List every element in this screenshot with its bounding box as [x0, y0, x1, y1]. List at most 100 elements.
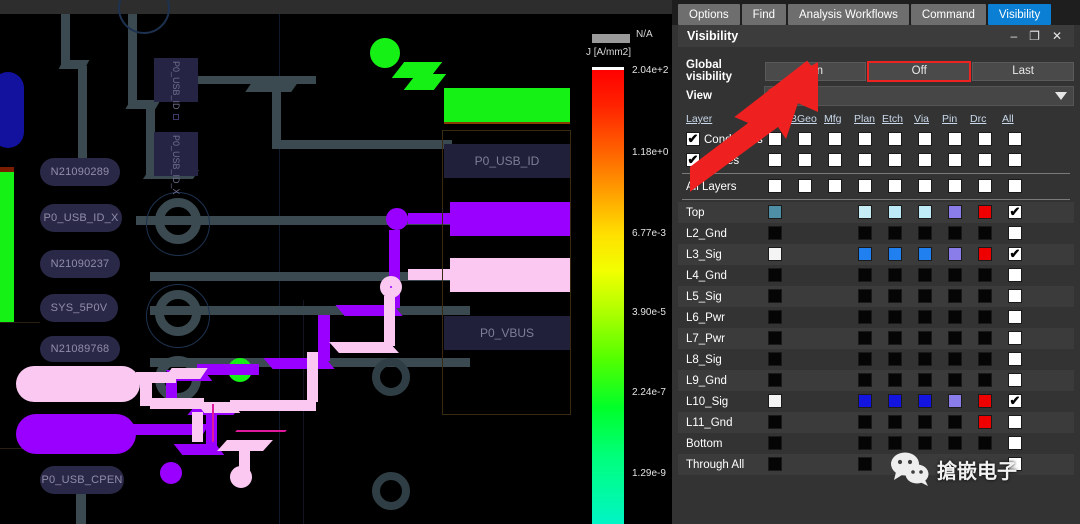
layer-all-checkbox[interactable]	[1008, 268, 1022, 282]
layer-cell-swatch[interactable]	[858, 352, 872, 366]
chevron-down-icon[interactable]	[1055, 91, 1067, 100]
layer-cell-swatch[interactable]	[978, 352, 992, 366]
layer-cell-swatch[interactable]	[858, 415, 872, 429]
layer-cell-swatch[interactable]	[768, 289, 782, 303]
column-header-plan[interactable]: Plan	[854, 113, 875, 125]
all-layers-cell-checkbox[interactable]	[888, 179, 902, 193]
table-row[interactable]: L10_Sig ✔	[678, 391, 1074, 412]
layer-all-checkbox[interactable]	[1008, 310, 1022, 324]
layer-cell-swatch[interactable]	[888, 436, 902, 450]
column-header-bgeo[interactable]: BGeo	[790, 113, 817, 125]
table-row[interactable]: L8_Sig	[678, 349, 1074, 370]
layer-cell-swatch[interactable]	[978, 289, 992, 303]
all-layers-cell-checkbox[interactable]	[768, 179, 782, 193]
layer-all-checkbox[interactable]	[1008, 373, 1022, 387]
layer-cell-swatch[interactable]	[918, 436, 932, 450]
layer-cell-swatch[interactable]	[858, 205, 872, 219]
layer-cell-swatch[interactable]	[768, 331, 782, 345]
layer-cell-swatch[interactable]	[948, 247, 962, 261]
layer-cell-swatch[interactable]	[768, 310, 782, 324]
column-header-all[interactable]: All	[1002, 113, 1014, 125]
all-layers-cell-checkbox[interactable]	[858, 179, 872, 193]
layer-cell-swatch[interactable]	[978, 331, 992, 345]
layer-cell-swatch[interactable]	[768, 352, 782, 366]
layer-cell-swatch[interactable]	[948, 331, 962, 345]
table-row[interactable]: L11_Gnd	[678, 412, 1074, 433]
tab-analysis-workflows[interactable]: Analysis Workflows	[788, 4, 909, 25]
layer-cell-swatch[interactable]	[918, 331, 932, 345]
all-layers-cell-checkbox[interactable]	[978, 179, 992, 193]
tab-options[interactable]: Options	[678, 4, 740, 25]
layer-cell-swatch[interactable]	[858, 331, 872, 345]
group-cell-checkbox[interactable]	[918, 153, 932, 167]
table-row[interactable]: ✔ Planes	[678, 150, 1074, 171]
group-cell-checkbox[interactable]	[768, 132, 782, 146]
all-layers-cell-checkbox[interactable]	[828, 179, 842, 193]
group-cell-checkbox[interactable]	[828, 153, 842, 167]
column-header-etch[interactable]: Etch	[882, 113, 903, 125]
layer-cell-swatch[interactable]	[918, 205, 932, 219]
table-row[interactable]: L7_Pwr	[678, 328, 1074, 349]
layer-cell-swatch[interactable]	[948, 436, 962, 450]
layer-cell-swatch[interactable]	[948, 373, 962, 387]
layer-cell-swatch[interactable]	[858, 226, 872, 240]
global-visibility-off-button[interactable]: Off	[867, 60, 972, 82]
all-layers-cell-checkbox[interactable]	[948, 179, 962, 193]
layer-cell-swatch[interactable]	[978, 310, 992, 324]
column-header-via[interactable]: Via	[914, 113, 929, 125]
table-row[interactable]: L6_Pwr	[678, 307, 1074, 328]
layer-cell-swatch[interactable]	[858, 289, 872, 303]
layer-cell-swatch[interactable]	[858, 457, 872, 471]
layer-cell-swatch[interactable]	[948, 268, 962, 282]
group-cell-checkbox[interactable]	[798, 132, 812, 146]
layer-all-checkbox[interactable]	[1008, 415, 1022, 429]
group-cell-checkbox[interactable]	[918, 132, 932, 146]
column-header-layer[interactable]: Layer	[686, 113, 712, 125]
all-layers-cell-checkbox[interactable]	[798, 179, 812, 193]
layer-cell-swatch[interactable]	[888, 247, 902, 261]
layer-cell-swatch[interactable]	[858, 268, 872, 282]
layer-cell-swatch[interactable]	[948, 310, 962, 324]
layer-cell-swatch[interactable]	[858, 247, 872, 261]
layer-cell-swatch[interactable]	[978, 394, 992, 408]
group-cell-checkbox[interactable]	[948, 132, 962, 146]
table-row[interactable]: L4_Gnd	[678, 265, 1074, 286]
layer-cell-swatch[interactable]	[768, 436, 782, 450]
layer-cell-swatch[interactable]	[978, 436, 992, 450]
table-row[interactable]: All Layers	[678, 176, 1074, 197]
layer-cell-swatch[interactable]	[888, 310, 902, 324]
layer-cell-swatch[interactable]	[768, 373, 782, 387]
group-cell-checkbox[interactable]	[768, 153, 782, 167]
layer-cell-swatch[interactable]	[978, 226, 992, 240]
layer-cell-swatch[interactable]	[768, 226, 782, 240]
group-cell-checkbox[interactable]	[1008, 132, 1022, 146]
layer-cell-swatch[interactable]	[978, 205, 992, 219]
tab-visibility[interactable]: Visibility	[987, 4, 1052, 25]
table-row[interactable]: L9_Gnd	[678, 370, 1074, 391]
group-cell-checkbox[interactable]	[888, 132, 902, 146]
layer-cell-swatch[interactable]	[918, 289, 932, 303]
group-cell-checkbox[interactable]	[828, 132, 842, 146]
layer-cell-swatch[interactable]	[888, 226, 902, 240]
group-cell-checkbox[interactable]	[1008, 153, 1022, 167]
layer-cell-swatch[interactable]	[918, 226, 932, 240]
layer-all-checkbox[interactable]	[1008, 331, 1022, 345]
all-layers-cell-checkbox[interactable]	[1008, 179, 1022, 193]
table-row[interactable]: ✔ Conductors	[678, 129, 1074, 150]
pcb-canvas[interactable]: P0_USB_ID P0_VBUS P0_USB_ID P0_USB_ID_X …	[0, 0, 672, 524]
panel-title-bar[interactable]: Visibility – ❐ ✕	[678, 25, 1074, 47]
layer-all-checkbox[interactable]	[1008, 289, 1022, 303]
group-cell-checkbox[interactable]	[888, 153, 902, 167]
group-cell-checkbox[interactable]	[798, 153, 812, 167]
group-cell-checkbox[interactable]	[858, 132, 872, 146]
layer-cell-swatch[interactable]	[978, 373, 992, 387]
layer-cell-swatch[interactable]	[768, 394, 782, 408]
layer-cell-swatch[interactable]	[768, 205, 782, 219]
layer-cell-swatch[interactable]	[918, 247, 932, 261]
layer-cell-swatch[interactable]	[888, 289, 902, 303]
group-cell-checkbox[interactable]	[858, 153, 872, 167]
layer-cell-swatch[interactable]	[918, 268, 932, 282]
view-dropdown[interactable]	[764, 85, 1074, 106]
table-row[interactable]: Bottom	[678, 433, 1074, 454]
layer-cell-swatch[interactable]	[858, 394, 872, 408]
